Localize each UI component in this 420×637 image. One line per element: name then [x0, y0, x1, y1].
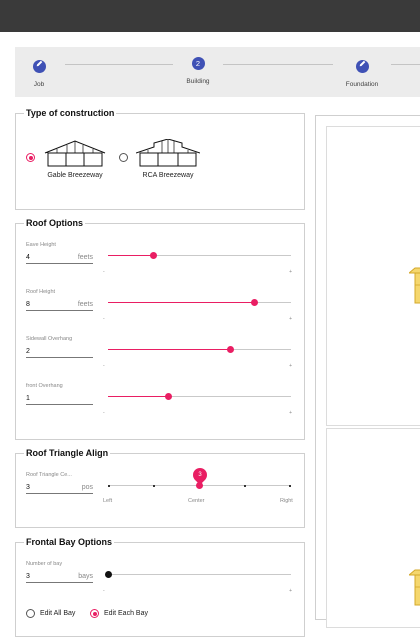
- slider-thumb[interactable]: [250, 299, 258, 306]
- step-job[interactable]: Job: [9, 57, 69, 88]
- building-3d-icon: [409, 267, 420, 304]
- pencil-icon: [355, 60, 369, 73]
- edit-all-bay-option[interactable]: Edit All Bay: [26, 609, 75, 618]
- building-preview-panel: [315, 115, 420, 628]
- field-unit: bays: [78, 573, 93, 580]
- field-value[interactable]: 4: [26, 254, 30, 261]
- rca-breezeway-icon: [136, 139, 200, 167]
- slider-max-label: +: [289, 410, 292, 416]
- app-top-bar: [0, 0, 420, 32]
- field-value[interactable]: 3: [26, 573, 30, 580]
- step-connector: [391, 64, 420, 65]
- roof-triangle-slider[interactable]: 3: [108, 465, 291, 492]
- gable-breezeway-radio[interactable]: [26, 153, 35, 162]
- field-unit: pos: [81, 484, 93, 491]
- panel-title: Type of construction: [26, 108, 115, 118]
- eave-height-field[interactable]: Eave Height 4 feets: [26, 242, 93, 264]
- step-label: Job: [33, 81, 45, 88]
- step-connector: [223, 64, 333, 65]
- roof-height-field[interactable]: Roof Height 8 feets: [26, 289, 93, 311]
- panel-title: Roof Triangle Align: [26, 448, 109, 458]
- front-overhang-field[interactable]: front Overhang 1: [26, 383, 93, 405]
- edit-each-bay-radio[interactable]: [90, 609, 99, 618]
- sidewall-overhang-slider[interactable]: [108, 344, 291, 356]
- roof-height-slider[interactable]: [108, 297, 291, 309]
- rca-breezeway-radio[interactable]: [119, 153, 128, 162]
- construction-type-panel: Type of construction Gable Breezeway RCA…: [15, 108, 305, 210]
- slider-thumb[interactable]: [104, 571, 112, 578]
- preview-view-top: [326, 126, 420, 426]
- step-label: Foundation: [345, 81, 379, 88]
- frontal-bay-panel: Frontal Bay Options Number of bay 3 bays …: [15, 537, 305, 637]
- tick-left: Left: [103, 498, 113, 504]
- eave-height-slider[interactable]: [108, 250, 291, 262]
- edit-each-bay-label: Edit Each Bay: [104, 610, 148, 617]
- edit-all-bay-radio[interactable]: [26, 609, 35, 618]
- slider-min-label: -: [103, 410, 105, 416]
- step-building[interactable]: 2 Building: [168, 57, 228, 85]
- step-connector: [65, 64, 173, 65]
- tick-center: Center: [188, 498, 205, 504]
- slider-max-label: +: [289, 269, 292, 275]
- number-of-bay-field[interactable]: Number of bay 3 bays: [26, 561, 93, 583]
- tick-right: Right: [280, 498, 293, 504]
- panel-title: Roof Options: [26, 218, 83, 228]
- slider-thumb[interactable]: [150, 252, 158, 259]
- panel-title: Frontal Bay Options: [26, 537, 113, 547]
- building-3d-icon: [409, 569, 420, 606]
- slider-min-label: -: [103, 269, 105, 275]
- field-value[interactable]: 3: [26, 484, 30, 491]
- edit-each-bay-option[interactable]: Edit Each Bay: [90, 609, 148, 618]
- wizard-stepper: Job 2 Building Foundation: [15, 47, 420, 97]
- edit-all-bay-label: Edit All Bay: [40, 610, 76, 617]
- step-foundation[interactable]: Foundation: [332, 57, 392, 88]
- gable-breezeway-icon: [44, 140, 106, 167]
- step-number: 2: [191, 57, 205, 70]
- number-of-bay-slider[interactable]: [104, 569, 291, 581]
- slider-max-label: +: [289, 316, 292, 322]
- roof-options-panel: Roof Options Eave Height 4 feets - + Roof…: [15, 218, 305, 440]
- step-label: Building: [186, 78, 210, 85]
- slider-value-bubble: 3: [189, 465, 210, 485]
- slider-min-label: -: [103, 588, 105, 594]
- gable-breezeway-label: Gable Breezeway: [47, 172, 103, 179]
- preview-view-bottom: [326, 428, 420, 628]
- slider-max-label: +: [289, 363, 292, 369]
- slider-thumb[interactable]: [227, 346, 235, 353]
- roof-triangle-center-field[interactable]: Roof Triangle Ce... 3 pos: [26, 472, 93, 494]
- roof-triangle-panel: Roof Triangle Align Roof Triangle Ce... …: [15, 448, 305, 528]
- field-value[interactable]: 1: [26, 395, 30, 402]
- field-value[interactable]: 2: [26, 348, 30, 355]
- field-unit: feets: [77, 254, 93, 261]
- rca-breezeway-label: RCA Breezeway: [142, 172, 194, 179]
- slider-max-label: +: [289, 588, 292, 594]
- slider-min-label: -: [103, 363, 105, 369]
- field-value[interactable]: 8: [26, 301, 30, 308]
- slider-thumb[interactable]: [164, 393, 172, 400]
- sidewall-overhang-field[interactable]: Sidewall Overhang 2: [26, 336, 93, 358]
- pencil-icon: [32, 60, 46, 73]
- field-unit: feets: [77, 301, 93, 308]
- slider-min-label: -: [103, 316, 105, 322]
- front-overhang-slider[interactable]: [108, 391, 291, 403]
